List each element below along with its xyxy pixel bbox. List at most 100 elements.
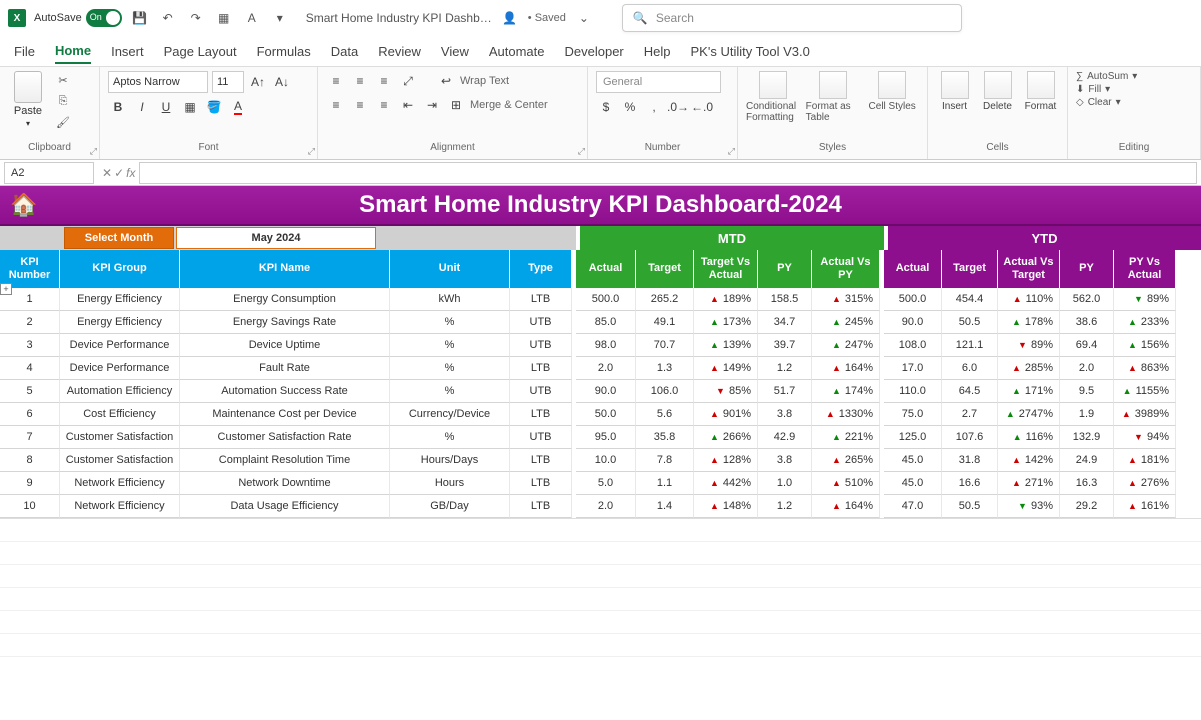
conditional-formatting-button[interactable]: Conditional Formatting (746, 71, 800, 123)
cell-ytd-target[interactable]: 6.0 (942, 357, 998, 380)
cell-name[interactable]: Automation Success Rate (180, 380, 390, 403)
cell-num[interactable]: 9 (0, 472, 60, 495)
cell-group[interactable]: Device Performance (60, 357, 180, 380)
cell-mtd-tva[interactable]: ▲173% (694, 311, 758, 334)
dialog-launcher-icon[interactable]: ⤢ (578, 146, 585, 157)
font-color-icon[interactable]: A (228, 97, 248, 117)
cell-ytd-avt[interactable]: ▲116% (998, 426, 1060, 449)
cell-mtd-py[interactable]: 39.7 (758, 334, 812, 357)
cell-num[interactable]: 2 (0, 311, 60, 334)
tab-pk-s-utility-tool-v3-0[interactable]: PK's Utility Tool V3.0 (691, 40, 810, 63)
cell-mtd-tva[interactable]: ▲148% (694, 495, 758, 518)
cell-mtd-actual[interactable]: 2.0 (576, 357, 636, 380)
cell-ytd-target[interactable]: 107.6 (942, 426, 998, 449)
month-select[interactable]: May 2024 (176, 227, 376, 249)
cell-num[interactable]: 5 (0, 380, 60, 403)
cell-mtd-avp[interactable]: ▲164% (812, 495, 880, 518)
tab-review[interactable]: Review (378, 40, 421, 63)
cell-mtd-target[interactable]: 49.1 (636, 311, 694, 334)
cell-num[interactable]: 6 (0, 403, 60, 426)
cell-ytd-py[interactable]: 24.9 (1060, 449, 1114, 472)
cell-mtd-avp[interactable]: ▲1330% (812, 403, 880, 426)
cell-mtd-tva[interactable]: ▲442% (694, 472, 758, 495)
cell-mtd-avp[interactable]: ▲247% (812, 334, 880, 357)
cell-ytd-pva[interactable]: ▲863% (1114, 357, 1176, 380)
cell-mtd-avp[interactable]: ▲221% (812, 426, 880, 449)
cell-mtd-actual[interactable]: 5.0 (576, 472, 636, 495)
cell-name[interactable]: Data Usage Efficiency (180, 495, 390, 518)
cell-mtd-actual[interactable]: 95.0 (576, 426, 636, 449)
cell-unit[interactable]: % (390, 334, 510, 357)
decrease-decimal-icon[interactable]: ←.0 (692, 97, 712, 117)
percent-icon[interactable]: % (620, 97, 640, 117)
cell-type[interactable]: LTB (510, 357, 572, 380)
tab-automate[interactable]: Automate (489, 40, 545, 63)
table-row[interactable]: 7Customer SatisfactionCustomer Satisfact… (0, 426, 1201, 449)
format-as-table-button[interactable]: Format as Table (806, 71, 860, 123)
cell-ytd-py[interactable]: 1.9 (1060, 403, 1114, 426)
merge-center-label[interactable]: Merge & Center (470, 99, 548, 111)
cell-ytd-pva[interactable]: ▲3989% (1114, 403, 1176, 426)
underline-button[interactable]: U (156, 97, 176, 117)
clear-button[interactable]: ◇ Clear ▾ (1076, 97, 1121, 108)
tab-view[interactable]: View (441, 40, 469, 63)
cell-mtd-tva[interactable]: ▲266% (694, 426, 758, 449)
cell-mtd-target[interactable]: 1.3 (636, 357, 694, 380)
qat-font-icon[interactable]: A (242, 8, 262, 28)
tab-help[interactable]: Help (644, 40, 671, 63)
cell-mtd-py[interactable]: 3.8 (758, 403, 812, 426)
insert-button[interactable]: Insert (936, 71, 973, 112)
cell-type[interactable]: LTB (510, 288, 572, 311)
fx-icon[interactable]: fx (126, 166, 135, 180)
orientation-icon[interactable]: ⤢ (398, 71, 418, 91)
table-row[interactable]: 9Network EfficiencyNetwork DowntimeHours… (0, 472, 1201, 495)
cell-ytd-target[interactable]: 121.1 (942, 334, 998, 357)
cell-ytd-avt[interactable]: ▼93% (998, 495, 1060, 518)
currency-icon[interactable]: $ (596, 97, 616, 117)
save-icon[interactable]: 💾 (130, 8, 150, 28)
cell-unit[interactable]: Hours/Days (390, 449, 510, 472)
empty-grid-area[interactable] (0, 518, 1201, 678)
cell-ytd-actual[interactable]: 125.0 (884, 426, 942, 449)
cell-group[interactable]: Energy Efficiency (60, 288, 180, 311)
search-input[interactable]: 🔍 Search (622, 4, 962, 32)
cell-ytd-pva[interactable]: ▲156% (1114, 334, 1176, 357)
cell-ytd-py[interactable]: 69.4 (1060, 334, 1114, 357)
cell-ytd-actual[interactable]: 90.0 (884, 311, 942, 334)
qat-more-icon[interactable]: ▾ (270, 8, 290, 28)
cell-mtd-target[interactable]: 7.8 (636, 449, 694, 472)
tab-formulas[interactable]: Formulas (257, 40, 311, 63)
cell-mtd-target[interactable]: 1.1 (636, 472, 694, 495)
cell-num[interactable]: 7 (0, 426, 60, 449)
cell-mtd-target[interactable]: 35.8 (636, 426, 694, 449)
align-top-icon[interactable]: ≡ (326, 71, 346, 91)
cell-mtd-tva[interactable]: ▲189% (694, 288, 758, 311)
copy-icon[interactable]: ⎘ (54, 92, 72, 110)
increase-indent-icon[interactable]: ⇥ (422, 95, 442, 115)
cell-mtd-py[interactable]: 1.2 (758, 357, 812, 380)
align-center-icon[interactable]: ≡ (350, 95, 370, 115)
merge-icon[interactable]: ⊞ (446, 95, 466, 115)
cell-ytd-pva[interactable]: ▲233% (1114, 311, 1176, 334)
cell-ytd-actual[interactable]: 110.0 (884, 380, 942, 403)
cell-name[interactable]: Maintenance Cost per Device (180, 403, 390, 426)
cell-num[interactable]: 3 (0, 334, 60, 357)
enter-icon[interactable]: ✓ (114, 166, 124, 180)
tab-insert[interactable]: Insert (111, 40, 144, 63)
fill-button[interactable]: ⬇ Fill ▾ (1076, 84, 1110, 95)
cell-ytd-target[interactable]: 16.6 (942, 472, 998, 495)
align-bottom-icon[interactable]: ≡ (374, 71, 394, 91)
cell-ytd-avt[interactable]: ▲142% (998, 449, 1060, 472)
cell-mtd-actual[interactable]: 98.0 (576, 334, 636, 357)
cell-mtd-tva[interactable]: ▲149% (694, 357, 758, 380)
cell-group[interactable]: Automation Efficiency (60, 380, 180, 403)
cell-mtd-py[interactable]: 42.9 (758, 426, 812, 449)
number-format-select[interactable]: General (596, 71, 721, 93)
cell-mtd-py[interactable]: 3.8 (758, 449, 812, 472)
cell-type[interactable]: UTB (510, 334, 572, 357)
table-row[interactable]: 3Device PerformanceDevice Uptime%UTB98.0… (0, 334, 1201, 357)
cell-mtd-py[interactable]: 34.7 (758, 311, 812, 334)
align-left-icon[interactable]: ≡ (326, 95, 346, 115)
toggle-switch[interactable]: On (86, 9, 122, 27)
redo-icon[interactable]: ↷ (186, 8, 206, 28)
